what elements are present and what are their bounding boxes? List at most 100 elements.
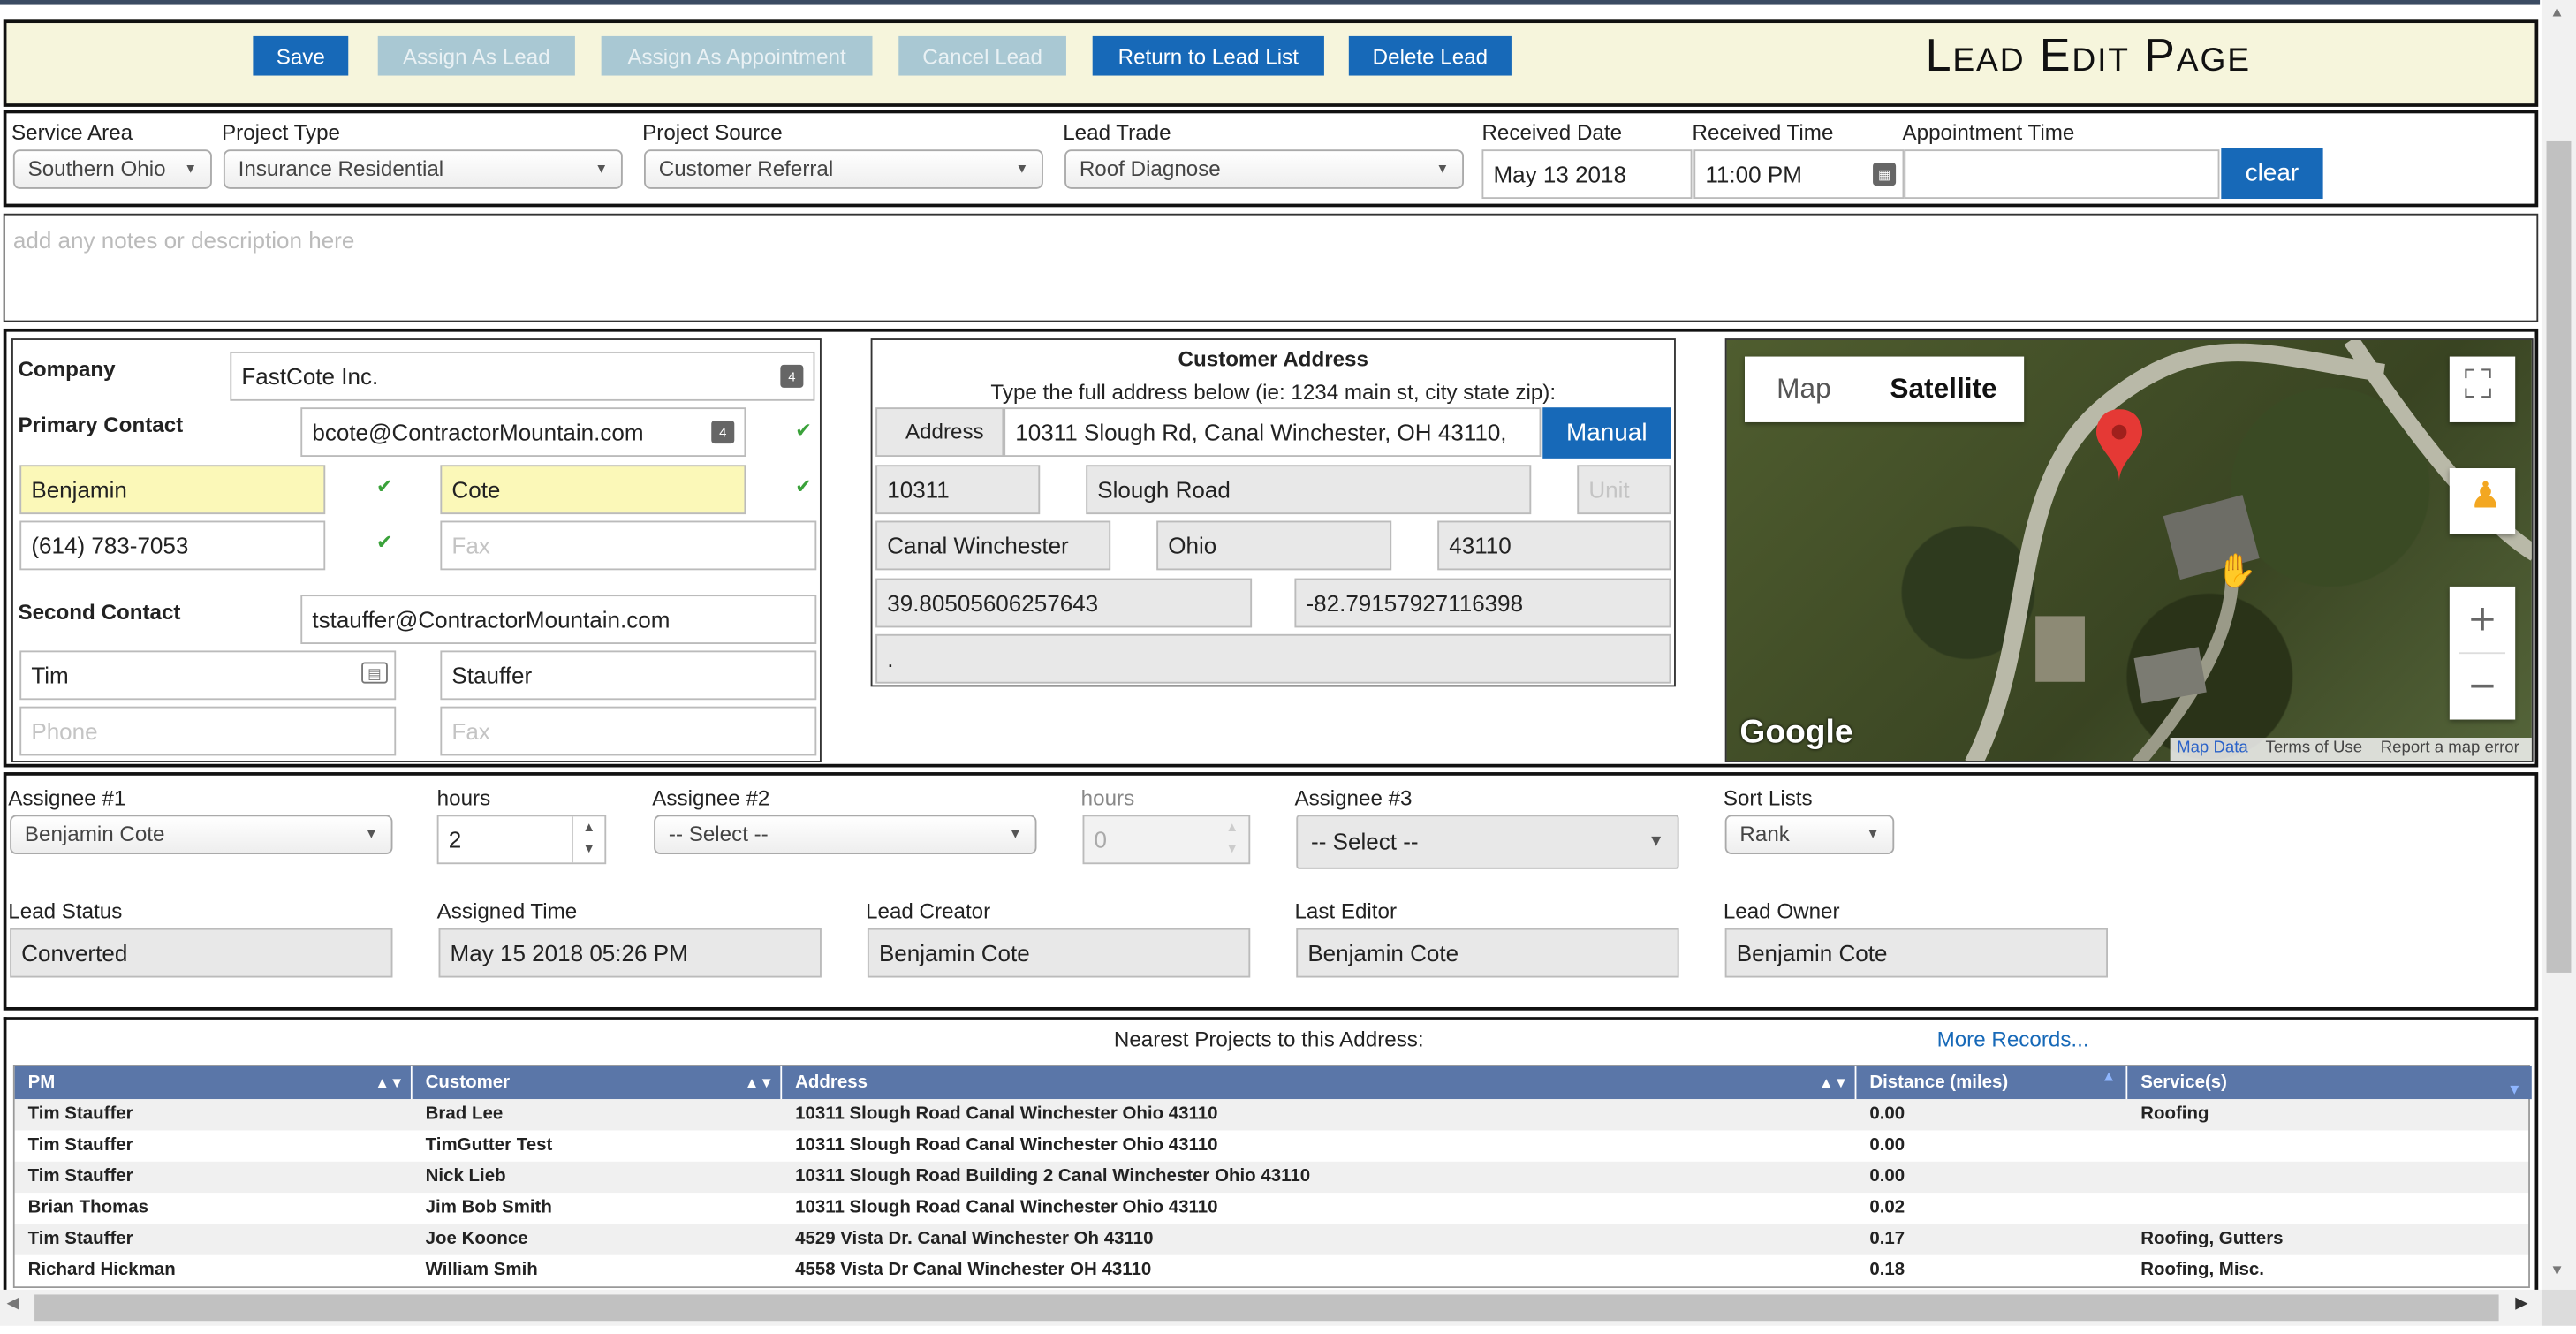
table-cell: Roofing	[2140, 1103, 2209, 1125]
zip-input[interactable]: 43110	[1437, 520, 1671, 571]
full-address-input[interactable]: 10311 Slough Rd, Canal Winchester, OH 43…	[1004, 407, 1542, 457]
chevron-down-icon: ▼	[1866, 826, 1880, 842]
second-fax-input[interactable]: Fax	[440, 706, 817, 756]
company-input[interactable]: FastCote Inc. 4	[230, 351, 815, 401]
contact-card-icon[interactable]: 4	[780, 364, 804, 388]
primary-fax-input[interactable]: Fax	[440, 520, 817, 571]
received-date-input[interactable]: May 13 2018	[1481, 149, 1693, 200]
scroll-up-icon[interactable]: ▲	[2549, 4, 2565, 20]
second-last-name-input[interactable]: Stauffer	[440, 650, 817, 701]
more-records-link[interactable]: More Records...	[1937, 1027, 2089, 1051]
satellite-tab[interactable]: Satellite	[1863, 357, 2024, 422]
table-cell	[2127, 1162, 2531, 1193]
column-label: Distance (miles)	[1869, 1073, 2009, 1093]
cancel-lead-button[interactable]: Cancel Lead	[898, 35, 1066, 76]
street-view-button[interactable]: ♟	[2449, 468, 2516, 534]
vertical-scroll-thumb[interactable]	[2546, 140, 2572, 973]
column-header-services[interactable]: Service(s) ▼	[2127, 1065, 2532, 1100]
assignee1-select[interactable]: Benjamin Cote ▼	[10, 815, 393, 855]
page-title: Lead Edit Page	[1925, 29, 2251, 81]
address-hint: Type the full address below (ie: 1234 ma…	[990, 379, 1557, 405]
clear-appointment-button[interactable]: clear	[2221, 148, 2323, 200]
return-to-lead-list-button[interactable]: Return to Lead List	[1092, 35, 1324, 76]
service-area-select[interactable]: Southern Ohio ▼	[12, 149, 212, 189]
customer-address-title: Customer Address	[1178, 346, 1368, 372]
state-input[interactable]: Ohio	[1156, 520, 1392, 571]
appointment-time-input[interactable]	[1904, 149, 2220, 200]
table-cell	[2127, 1130, 2531, 1161]
horizontal-scrollbar[interactable]: ◀ ▶	[0, 1289, 2542, 1326]
address-extra-input[interactable]: .	[875, 633, 1671, 684]
id-card-icon[interactable]: ▤	[361, 662, 388, 684]
hours2-value: 0	[1094, 826, 1108, 853]
table-cell: Roofing, Misc.	[2140, 1260, 2264, 1280]
unit-input[interactable]: Unit	[1577, 465, 1671, 515]
delete-lead-button[interactable]: Delete Lead	[1348, 35, 1512, 76]
assignee2-select[interactable]: -- Select -- ▼	[654, 815, 1037, 855]
table-row[interactable]: Tim Stauffer TimGutter Test 10311 Slough R…	[14, 1130, 2531, 1162]
calendar-icon[interactable]: ▦	[1873, 163, 1897, 186]
horizontal-scroll-thumb[interactable]	[34, 1294, 2499, 1322]
hours2-stepper[interactable]: 0 ▲ ▼	[1082, 815, 1251, 865]
vertical-scrollbar[interactable]: ▲ ▼	[2541, 0, 2576, 1290]
primary-last-name-input[interactable]: Cote	[440, 465, 746, 515]
assign-as-lead-button[interactable]: Assign As Lead	[377, 35, 575, 76]
column-header-distance[interactable]: Distance (miles) ▲	[1856, 1065, 2128, 1100]
stepper-arrows-icon[interactable]: ▲ ▼	[572, 816, 604, 863]
table-row[interactable]: Tim Stauffer Joe Koonce 4529 Vista Dr. Can…	[14, 1224, 2529, 1255]
street-name-input[interactable]: Slough Road	[1086, 465, 1532, 515]
table-cell: 0.02	[1869, 1197, 1905, 1218]
column-header-address[interactable]: Address ▲▼	[782, 1065, 1857, 1100]
scroll-right-icon[interactable]: ▶	[2515, 1294, 2527, 1312]
stepper-arrows-icon[interactable]: ▲ ▼	[1216, 816, 1248, 862]
street-number-input[interactable]: 10311	[875, 465, 1041, 515]
column-header-pm[interactable]: PM ▲▼	[14, 1065, 413, 1100]
fullscreen-button[interactable]: ⛶	[2449, 356, 2516, 422]
project-source-select[interactable]: Customer Referral ▼	[644, 149, 1043, 189]
table-cell: 4529 Vista Dr. Canal Winchester Oh 43110	[795, 1229, 1154, 1249]
save-button[interactable]: Save	[253, 35, 349, 76]
manual-address-button[interactable]: Manual	[1542, 407, 1671, 459]
terms-of-use-link[interactable]: Terms of Use	[2266, 738, 2363, 761]
city-input[interactable]: Canal Winchester	[875, 520, 1111, 571]
column-header-customer[interactable]: Customer ▲▼	[412, 1065, 783, 1100]
table-row[interactable]: Tim Stauffer Brad Lee 10311 Slough Road Ca…	[14, 1099, 2529, 1131]
second-first-name-input[interactable]: Tim ▤	[19, 650, 397, 701]
primary-phone-input[interactable]: (614) 783-7053	[19, 520, 326, 571]
primary-email-input[interactable]: bcote@ContractorMountain.com 4	[300, 407, 746, 457]
hours1-stepper[interactable]: 2 ▲ ▼	[436, 815, 607, 865]
map-view[interactable]: Map Satellite ⛶ ♟ ✋ + − Google Map Data	[1724, 338, 2534, 762]
project-type-select[interactable]: Insurance Residential ▼	[223, 149, 623, 189]
primary-first-name-input[interactable]: Benjamin	[19, 465, 326, 515]
scroll-down-icon[interactable]: ▼	[2549, 1262, 2565, 1278]
longitude-input[interactable]: -82.79157927116398	[1294, 578, 1671, 628]
second-email-input[interactable]: tstauffer@ContractorMountain.com	[300, 595, 817, 645]
map-data-link[interactable]: Map Data	[2177, 738, 2248, 761]
received-time-input[interactable]: 11:00 PM ▦	[1693, 149, 1905, 200]
scroll-corner	[2541, 1289, 2576, 1326]
lead-trade-select[interactable]: Roof Diagnose ▼	[1064, 149, 1464, 189]
latitude-input[interactable]: 39.80505606257643	[875, 578, 1253, 628]
table-cell: Brad Lee	[425, 1103, 504, 1125]
lead-owner-label: Lead Owner	[1723, 898, 1840, 924]
notes-textarea[interactable]: add any notes or description here	[13, 227, 354, 254]
zoom-in-button[interactable]: +	[2450, 587, 2515, 652]
table-row[interactable]: Brian Thomas Jim Bob Smith 10311 Slough Ro…	[14, 1193, 2531, 1224]
lead-trade-label: Lead Trade	[1063, 119, 1171, 145]
map-footer: Map Data Terms of Use Report a map error	[2170, 738, 2532, 762]
assignee3-select[interactable]: -- Select -- ▼	[1296, 815, 1679, 869]
table-row[interactable]: Richard Hickman William Smih 4558 Vista Dr…	[14, 1254, 2529, 1287]
report-map-error-link[interactable]: Report a map error	[2381, 738, 2519, 761]
second-phone-input[interactable]: Phone	[19, 706, 397, 756]
map-tab[interactable]: Map	[1745, 357, 1863, 422]
table-row[interactable]: Tim Stauffer Nick Lieb 10311 Slough Road B…	[14, 1161, 2531, 1194]
table-cell	[2127, 1193, 2531, 1224]
assignee2-value: -- Select --	[668, 821, 769, 846]
sort-lists-select[interactable]: Rank ▼	[1724, 815, 1895, 855]
contact-card-icon[interactable]: 4	[711, 421, 735, 444]
map-pin-icon	[2095, 409, 2143, 481]
assign-as-appointment-button[interactable]: Assign As Appointment	[601, 35, 873, 76]
scroll-left-icon[interactable]: ◀	[6, 1294, 19, 1312]
zoom-out-button[interactable]: −	[2450, 654, 2515, 719]
table-cell: 4558 Vista Dr Canal Winchester OH 43110	[795, 1260, 1152, 1280]
